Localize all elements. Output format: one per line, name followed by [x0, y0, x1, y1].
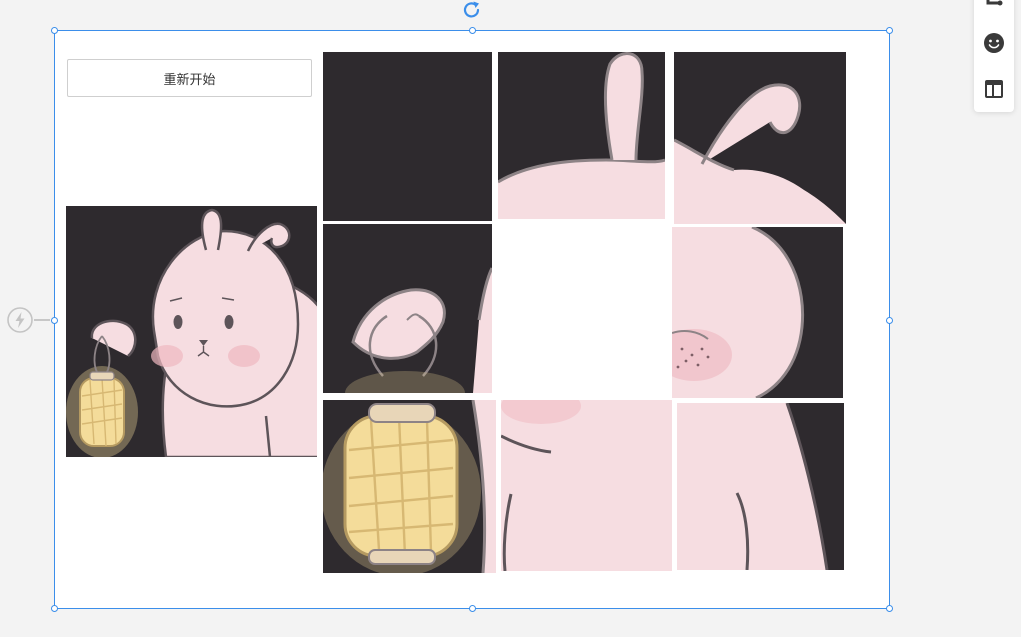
- resize-handle-right[interactable]: [886, 317, 893, 324]
- floating-toolbar: [974, 0, 1014, 112]
- emoji-icon[interactable]: [983, 32, 1005, 54]
- resize-handle-bottom-right[interactable]: [886, 605, 893, 612]
- puzzle-tile[interactable]: [498, 52, 665, 219]
- puzzle-empty-slot[interactable]: [498, 224, 668, 396]
- restart-button[interactable]: 重新开始: [67, 59, 312, 97]
- puzzle-tile[interactable]: [323, 52, 492, 221]
- resize-handle-top[interactable]: [469, 27, 476, 34]
- crop-icon[interactable]: [983, 0, 1005, 11]
- preview-image: [66, 206, 317, 457]
- rotate-icon[interactable]: [461, 0, 483, 20]
- resize-handle-top-left[interactable]: [51, 27, 58, 34]
- puzzle-tile[interactable]: [677, 403, 844, 570]
- layout-icon[interactable]: [983, 78, 1005, 100]
- puzzle-tile[interactable]: [672, 227, 843, 398]
- resize-handle-top-right[interactable]: [886, 27, 893, 34]
- puzzle-tile[interactable]: [501, 400, 672, 571]
- action-connector-line: [34, 319, 50, 321]
- puzzle-tile[interactable]: [323, 224, 492, 393]
- puzzle-tile[interactable]: [674, 52, 846, 224]
- resize-handle-bottom[interactable]: [469, 605, 476, 612]
- resize-handle-left[interactable]: [51, 317, 58, 324]
- resize-handle-bottom-left[interactable]: [51, 605, 58, 612]
- action-lightning-icon[interactable]: [6, 306, 34, 334]
- puzzle-tile[interactable]: [323, 400, 496, 573]
